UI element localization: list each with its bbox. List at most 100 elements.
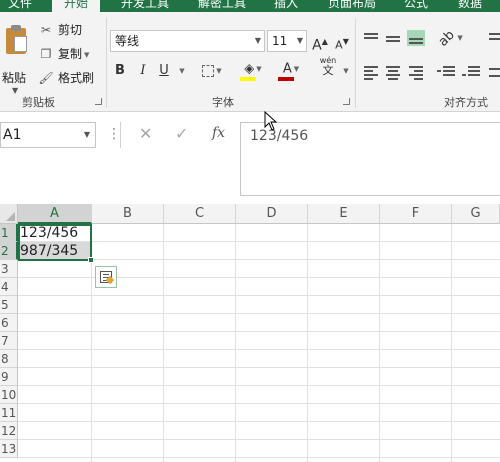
copy-dropdown-icon[interactable]: ▼ [84,51,89,59]
decrease-font-size-icon: A [335,38,343,52]
bottom-align-button[interactable] [407,30,425,46]
tab-insert[interactable]: 插入 [268,0,304,12]
font-color-button[interactable]: A ▼ [276,59,306,81]
gridline [18,385,500,386]
paste-icon-paper [14,36,27,52]
tab-page-layout[interactable]: 页面布局 [322,0,382,12]
font-size-dropdown-icon[interactable]: ▼ [297,31,303,51]
format-painter-label: 格式刷 [58,71,95,85]
selection-outline [18,224,92,261]
middle-align-button[interactable] [384,30,402,46]
row-header-8[interactable]: 8 [0,350,18,368]
group-divider [355,18,356,108]
merge-center-button[interactable] [487,64,500,80]
copy-button[interactable]: ❐ 复制 ▼ [38,44,90,64]
cancel-entry-button[interactable]: ✕ [139,124,152,143]
ribbon-tab-bar: 文件 开始 开发工具 解密工具 插入 页面布局 公式 数据 [0,0,500,12]
column-header-d[interactable]: D [236,204,308,224]
row-header-6[interactable]: 6 [0,314,18,332]
decrease-font-size-button[interactable]: A▼ [334,32,350,52]
row-header-9[interactable]: 9 [0,368,18,386]
select-all-button[interactable] [0,204,18,224]
bold-button[interactable]: B [112,61,128,81]
font-size-value: 11 [272,34,288,48]
column-header-a[interactable]: A [18,204,92,224]
select-all-icon [6,212,15,221]
align-right-button[interactable] [407,64,425,80]
increase-font-size-button[interactable]: A▲ [312,32,328,54]
tab-formulas[interactable]: 公式 [398,0,434,12]
top-align-button[interactable] [362,30,380,46]
row-header-13[interactable]: 13 [0,440,18,458]
orientation-icon: ab [435,27,458,50]
paste-dropdown-icon[interactable]: ▼ [12,86,18,95]
clipboard-group-label: 剪贴板 [22,96,55,109]
row-header-7[interactable]: 7 [0,332,18,350]
increase-font-size-icon: A [312,37,322,54]
formula-bar-grip-icon[interactable]: ⋮ [107,126,121,142]
name-box[interactable]: A1 ▼ [0,122,96,148]
tab-home[interactable]: 开始 [52,0,100,12]
column-header-c[interactable]: C [164,204,236,224]
center-button[interactable] [384,64,402,80]
tab-data[interactable]: 数据 [452,0,488,12]
formula-input[interactable]: 123/456 [240,122,500,196]
gridline [18,421,500,422]
italic-button[interactable]: I [136,61,150,81]
clipboard-dialog-launcher-icon[interactable] [95,98,102,105]
row-header-1[interactable]: 1 [0,224,18,242]
row-header-2[interactable]: 2 [0,242,18,260]
cut-button[interactable]: ✂ 剪切 [38,20,82,40]
font-name-value: 等线 [115,34,140,48]
row-header-10[interactable]: 10 [0,386,18,404]
increase-indent-button[interactable] [462,64,480,80]
paste-button[interactable]: 粘贴 ▼ [0,24,32,95]
row-header-5[interactable]: 5 [0,296,18,314]
phonetic-dropdown-icon[interactable]: ▼ [340,61,350,81]
orientation-button[interactable]: ab▼ [436,27,466,49]
quick-analysis-button[interactable] [95,266,117,288]
column-header-f[interactable]: F [380,204,452,224]
name-box-value: A1 [3,127,22,143]
format-painter-button[interactable]: 🖌 格式刷 [38,68,94,88]
group-divider [106,18,107,108]
font-color-swatch [278,77,294,81]
row-header-3[interactable]: 3 [0,260,18,278]
decrease-indent-button[interactable] [437,64,455,80]
tab-file[interactable]: 文件 [0,0,40,12]
font-group-label: 字体 [212,96,234,109]
column-header-e[interactable]: E [308,204,380,224]
row-header-4[interactable]: 4 [0,278,18,296]
gridline [18,439,500,440]
borders-button[interactable]: ▼ [198,61,226,81]
column-header-b[interactable]: B [92,204,164,224]
ribbon-home-panel: 粘贴 ▼ ✂ 剪切 ❐ 复制 ▼ 🖌 格式刷 剪贴板 等线 ▼ 11 ▼ A▲ A▼ B… [0,12,500,112]
paintbrush-icon: 🖌 [38,71,54,85]
wrap-text-button[interactable] [487,30,500,46]
formula-bar-divider [120,122,121,148]
font-dialog-launcher-icon[interactable] [343,98,350,105]
insert-function-button[interactable]: fx [212,125,225,141]
gridline [18,367,500,368]
row-header-11[interactable]: 11 [0,404,18,422]
font-name-dropdown-icon[interactable]: ▼ [255,31,261,51]
column-header-g[interactable]: G [452,204,500,224]
align-left-button[interactable] [362,64,380,80]
tab-developer[interactable]: 开发工具 [115,0,175,12]
borders-icon [202,65,215,77]
font-name-combobox[interactable]: 等线 ▼ [110,30,265,52]
gridline [18,349,500,350]
name-box-dropdown-icon[interactable]: ▼ [84,123,90,147]
row-header-12[interactable]: 12 [0,422,18,440]
paint-bucket-icon: ◈ [244,61,255,77]
gridline [18,313,500,314]
gridline [18,403,500,404]
phonetic-guide-button[interactable]: wén 文 [318,56,338,82]
fill-color-button[interactable]: ◈ ▼ [238,59,268,81]
underline-dropdown-icon[interactable]: ▼ [174,61,188,81]
underline-button[interactable]: U [156,61,172,81]
fill-handle[interactable] [88,257,94,263]
tab-decrypt-tools[interactable]: 解密工具 [192,0,252,12]
font-size-combobox[interactable]: 11 ▼ [267,30,307,52]
enter-button[interactable]: ✓ [175,124,188,143]
